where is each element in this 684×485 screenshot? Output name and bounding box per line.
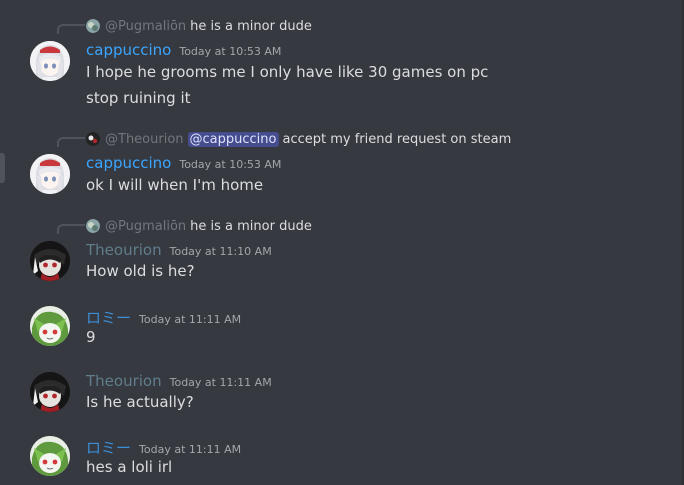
reply-connector	[57, 137, 85, 147]
theourion-avatar-icon	[30, 241, 70, 281]
avatar[interactable]	[30, 306, 70, 346]
author-name[interactable]: ロミー	[86, 437, 131, 458]
author-name[interactable]: cappuccino	[86, 154, 171, 172]
reply-connector	[57, 24, 85, 34]
avatar[interactable]	[30, 372, 70, 412]
reply-author[interactable]: @Pugmaliōn	[105, 219, 186, 234]
reply-preview[interactable]: @Pugmaliōn he is a minor dude	[86, 217, 312, 235]
cappuccino-avatar-icon	[30, 154, 70, 194]
romi-avatar-icon	[30, 436, 70, 476]
message-timestamp[interactable]: Today at 11:11 AM	[139, 313, 241, 326]
author-name[interactable]: ロミー	[86, 307, 131, 328]
reply-text: accept my friend request on steam	[282, 131, 512, 147]
author-name[interactable]: Theourion	[86, 372, 162, 390]
message-header: cappuccino Today at 10:53 AM	[86, 41, 281, 59]
message-content: stop ruining it	[86, 89, 191, 107]
message-header: Theourion Today at 11:10 AM	[86, 241, 272, 259]
theourion-avatar-icon	[86, 132, 100, 146]
pugmalion-avatar-icon	[86, 219, 100, 233]
avatar[interactable]	[30, 41, 70, 81]
message-timestamp[interactable]: Today at 11:10 AM	[170, 245, 272, 258]
reply-preview[interactable]: @Pugmaliōn he is a minor dude	[86, 17, 312, 35]
message-header: Theourion Today at 11:11 AM	[86, 372, 272, 390]
message-timestamp[interactable]: Today at 11:11 AM	[170, 376, 272, 389]
pugmalion-avatar-icon	[86, 19, 100, 33]
romi-avatar-icon	[30, 306, 70, 346]
avatar[interactable]	[30, 154, 70, 194]
message-timestamp[interactable]: Today at 10:53 AM	[179, 45, 281, 58]
author-name[interactable]: cappuccino	[86, 41, 171, 59]
reply-preview[interactable]: @Theourion @cappuccino accept my friend …	[86, 130, 511, 148]
author-name[interactable]: Theourion	[86, 241, 162, 259]
message-header: ロミー Today at 11:11 AM	[86, 307, 241, 328]
reply-text: he is a minor dude	[190, 218, 312, 234]
cappuccino-avatar-icon	[30, 41, 70, 81]
theourion-avatar-icon	[30, 372, 70, 412]
avatar[interactable]	[30, 436, 70, 476]
message-content: hes a loli irl	[86, 458, 173, 476]
reply-text: he is a minor dude	[190, 18, 312, 34]
channel-unread-indicator	[0, 153, 5, 183]
message-content: ok I will when I'm home	[86, 176, 264, 194]
message-header: ロミー Today at 11:11 AM	[86, 437, 241, 458]
reply-author[interactable]: @Pugmaliōn	[105, 19, 186, 34]
message-content: I hope he grooms me I only have like 30 …	[86, 63, 489, 81]
message-content: 9	[86, 328, 96, 346]
message-timestamp[interactable]: Today at 10:53 AM	[179, 158, 281, 171]
message-timestamp[interactable]: Today at 11:11 AM	[139, 443, 241, 456]
chat-message-list[interactable]: @Pugmaliōn he is a minor dude cappuccino…	[0, 0, 684, 485]
avatar[interactable]	[30, 241, 70, 281]
user-mention[interactable]: @cappuccino	[187, 131, 279, 147]
message-content: Is he actually?	[86, 393, 194, 411]
reply-author[interactable]: @Theourion	[105, 132, 184, 147]
reply-connector	[57, 224, 85, 234]
message-content: How old is he?	[86, 262, 195, 280]
message-header: cappuccino Today at 10:53 AM	[86, 154, 281, 172]
